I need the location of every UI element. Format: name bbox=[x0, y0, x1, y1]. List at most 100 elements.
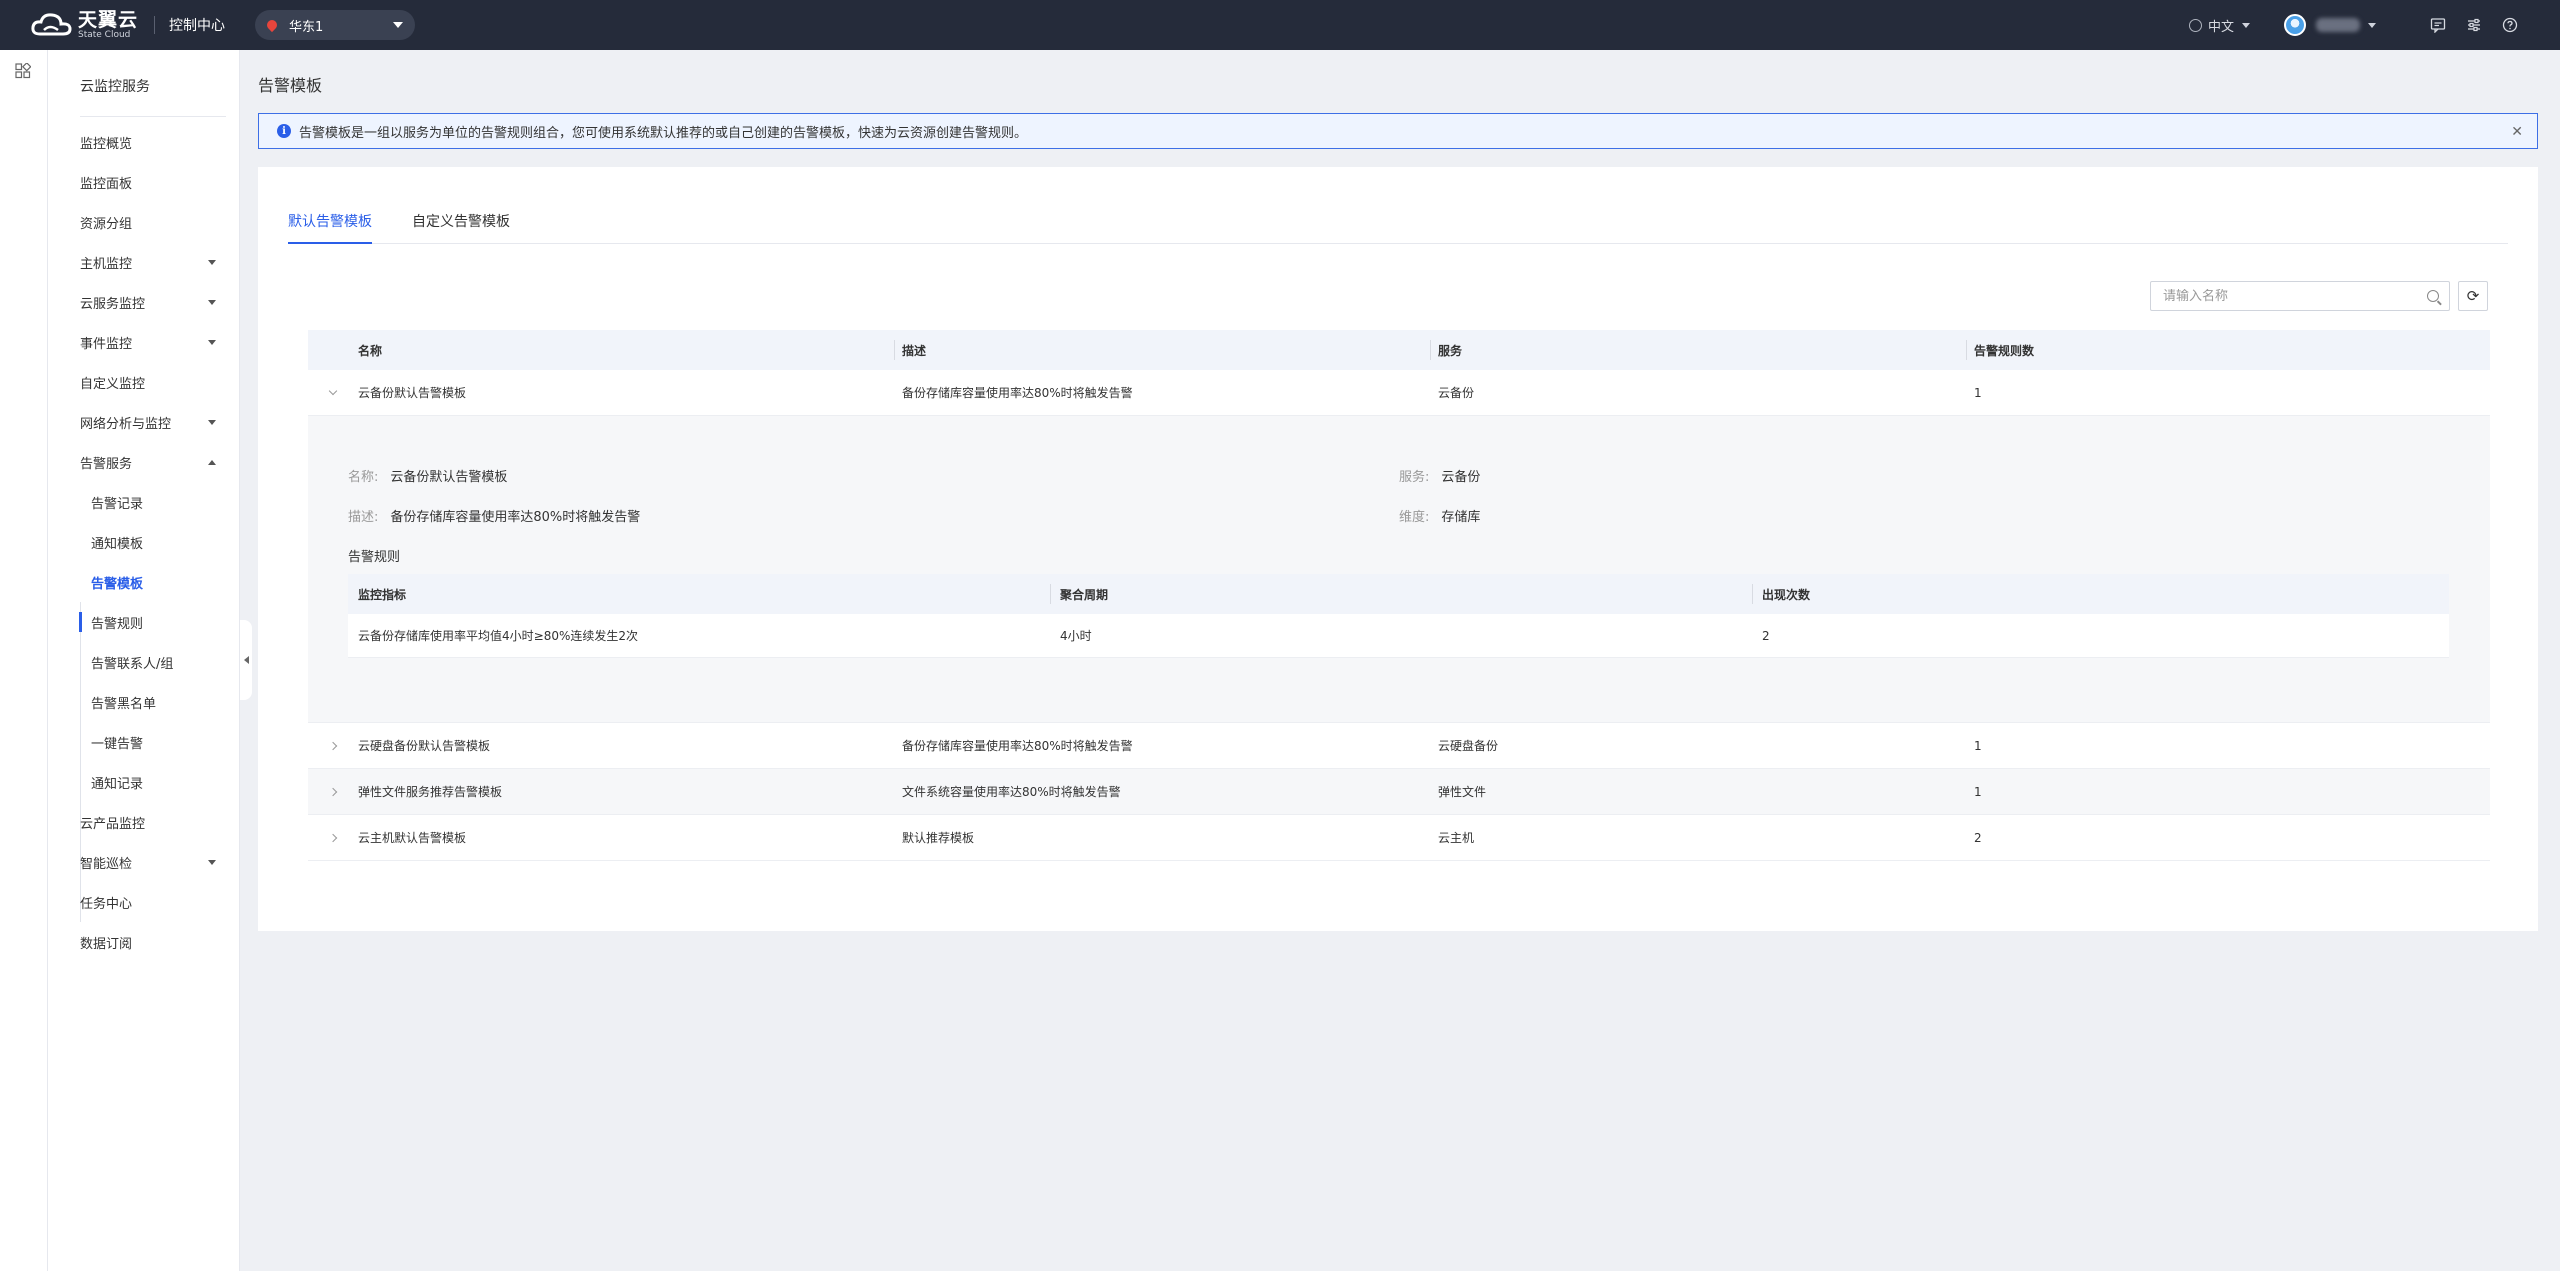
sidebar-item-label: 云服务监控 bbox=[80, 296, 146, 312]
cell-rule-count: 1 bbox=[1974, 784, 1982, 799]
column-header-period: 聚合周期 bbox=[1050, 574, 1752, 614]
sidebar-item-event-monitoring[interactable]: 事件监控 bbox=[48, 322, 240, 362]
detail-service-label: 服务: bbox=[1399, 470, 1430, 485]
sidebar-item-one-click-alarm[interactable]: 一键告警 bbox=[48, 722, 240, 762]
column-header-metric: 监控指标 bbox=[358, 587, 407, 602]
caret-up-icon bbox=[208, 460, 216, 465]
expand-toggle[interactable] bbox=[308, 386, 358, 395]
detail-dimension-value: 存储库 bbox=[1441, 510, 1481, 525]
caret-down-icon bbox=[208, 340, 216, 345]
refresh-button[interactable]: ⟳ bbox=[2458, 281, 2488, 311]
cell-description: 备份存储库容量使用率达80%时将触发告警 bbox=[902, 386, 1133, 400]
detail-name-value: 云备份默认告警模板 bbox=[390, 470, 508, 485]
detail-name-label: 名称: bbox=[348, 470, 379, 485]
cell-description: 文件系统容量使用率达80%时将触发告警 bbox=[902, 785, 1121, 799]
sidebar-item-label: 事件监控 bbox=[80, 336, 133, 352]
sidebar-item-label: 告警联系人/组 bbox=[91, 656, 174, 672]
column-header-name: 名称 bbox=[358, 343, 383, 358]
caret-down-icon bbox=[208, 300, 216, 305]
region-selector[interactable]: 华东1 bbox=[255, 10, 416, 40]
help-icon[interactable] bbox=[2500, 15, 2520, 35]
sidebar-item-overview[interactable]: 监控概览 bbox=[48, 122, 240, 162]
sidebar-item-label: 告警服务 bbox=[80, 456, 133, 472]
templates-table: 名称 描述 服务 告警规则数 云备份默认告警模板 备份存储库容量使用率达80%时… bbox=[308, 330, 2490, 861]
tab-custom-templates[interactable]: 自定义告警模板 bbox=[412, 207, 510, 244]
expand-toggle[interactable] bbox=[308, 787, 358, 796]
cell-description: 备份存储库容量使用率达80%时将触发告警 bbox=[902, 739, 1133, 753]
cloud-logo-icon bbox=[31, 13, 72, 36]
sidebar-item-label: 监控面板 bbox=[80, 176, 133, 192]
sidebar-item-dashboard[interactable]: 监控面板 bbox=[48, 162, 240, 202]
sidebar-item-label: 告警记录 bbox=[91, 496, 144, 512]
search-input[interactable] bbox=[2163, 288, 2413, 304]
sidebar-item-cloud-service-monitoring[interactable]: 云服务监控 bbox=[48, 282, 240, 322]
sidebar-item-label: 告警模板 bbox=[91, 576, 144, 592]
sidebar-item-notification-templates[interactable]: 通知模板 bbox=[48, 522, 240, 562]
cell-service: 云主机 bbox=[1438, 831, 1475, 845]
sidebar-item-alarm-rules[interactable]: 告警规则 bbox=[48, 602, 240, 642]
close-icon[interactable]: ✕ bbox=[2511, 124, 2523, 140]
sidebar-item-alarm-templates[interactable]: 告警模板 bbox=[48, 562, 240, 602]
cell-service: 弹性文件 bbox=[1438, 785, 1487, 799]
row-detail-panel: 名称: 云备份默认告警模板 服务: 云备份 描述: 备份存储库容量使用率达80%时将触… bbox=[308, 416, 2490, 723]
content-card: 默认告警模板 自定义告警模板 ⟳ 名称 描述 服务 告警规则数 云备份默认告警模… bbox=[258, 167, 2538, 931]
globe-icon bbox=[2188, 18, 2202, 32]
chevron-right-icon bbox=[328, 833, 338, 842]
brand-logo[interactable]: 天翼云 State Cloud bbox=[30, 10, 138, 40]
settings-sliders-icon[interactable] bbox=[2464, 15, 2484, 35]
sidebar-item-host-monitoring[interactable]: 主机监控 bbox=[48, 242, 240, 282]
sidebar-item-label: 主机监控 bbox=[80, 256, 133, 272]
console-title[interactable]: 控制中心 bbox=[169, 15, 225, 35]
language-switcher[interactable]: 中文 bbox=[2188, 16, 2250, 35]
table-row[interactable]: 云备份默认告警模板 备份存储库容量使用率达80%时将触发告警 云备份 1 bbox=[308, 370, 2490, 416]
sidebar-item-alarm-contacts[interactable]: 告警联系人/组 bbox=[48, 642, 240, 682]
table-row[interactable]: 云硬盘备份默认告警模板 备份存储库容量使用率达80%时将触发告警 云硬盘备份 1 bbox=[308, 723, 2490, 769]
cell-metric: 云备份存储库使用率平均值4小时≥80%连续发生2次 bbox=[358, 629, 638, 643]
table-row[interactable]: 弹性文件服务推荐告警模板 文件系统容量使用率达80%时将触发告警 弹性文件 1 bbox=[308, 769, 2490, 815]
sidebar-item-resource-groups[interactable]: 资源分组 bbox=[48, 202, 240, 242]
sidebar-item-alarm-blacklist[interactable]: 告警黑名单 bbox=[48, 682, 240, 722]
tab-default-templates[interactable]: 默认告警模板 bbox=[288, 207, 372, 244]
column-header-description: 描述 bbox=[894, 330, 1430, 370]
message-icon[interactable] bbox=[2428, 15, 2448, 35]
table-row[interactable]: 云主机默认告警模板 默认推荐模板 云主机 2 bbox=[308, 815, 2490, 861]
chevron-down-icon bbox=[393, 22, 404, 28]
sidebar-item-label: 智能巡检 bbox=[80, 856, 133, 872]
sidebar-item-alarm-service[interactable]: 告警服务 bbox=[48, 442, 240, 482]
cell-rule-count: 1 bbox=[1974, 385, 1982, 400]
blurred-username bbox=[2316, 18, 2360, 32]
template-tabs: 默认告警模板 自定义告警模板 bbox=[288, 207, 2508, 244]
sidebar-item-notification-records[interactable]: 通知记录 bbox=[48, 762, 240, 802]
sidebar-item-label: 通知模板 bbox=[91, 536, 144, 552]
detail-description: 描述: 备份存储库容量使用率达80%时将触发告警 bbox=[348, 506, 640, 525]
sidebar-item-data-subscription[interactable]: 数据订阅 bbox=[48, 922, 240, 962]
region-label: 华东1 bbox=[289, 19, 324, 35]
info-notice: i 告警模板是一组以服务为单位的告警规则组合，您可使用系统默认推荐的或自己创建的… bbox=[258, 113, 2538, 149]
location-pin-icon bbox=[264, 17, 280, 33]
sidebar-item-cloud-product-monitoring[interactable]: 云产品监控 bbox=[48, 802, 240, 842]
sidebar-collapse-handle[interactable] bbox=[240, 620, 252, 700]
chevron-right-icon bbox=[328, 787, 338, 796]
sidebar-item-alarm-records[interactable]: 告警记录 bbox=[48, 482, 240, 522]
sidebar-item-task-center[interactable]: 任务中心 bbox=[48, 882, 240, 922]
grid-apps-icon[interactable] bbox=[15, 63, 31, 79]
sidebar-item-network-analysis[interactable]: 网络分析与监控 bbox=[48, 402, 240, 442]
table-header: 名称 描述 服务 告警规则数 bbox=[308, 330, 2490, 370]
expand-toggle[interactable] bbox=[308, 741, 358, 750]
info-icon: i bbox=[277, 124, 291, 138]
expand-toggle[interactable] bbox=[308, 833, 358, 842]
sidebar-item-smart-inspection[interactable]: 智能巡检 bbox=[48, 842, 240, 882]
chevron-down-icon bbox=[2242, 22, 2250, 28]
caret-down-icon bbox=[208, 860, 216, 865]
user-menu[interactable] bbox=[2284, 14, 2376, 36]
search-icon[interactable] bbox=[2427, 290, 2439, 302]
sidebar-item-label: 自定义监控 bbox=[80, 376, 146, 392]
detail-name: 名称: 云备份默认告警模板 bbox=[348, 466, 507, 485]
caret-down-icon bbox=[208, 420, 216, 425]
sidebar-item-label: 一键告警 bbox=[91, 736, 144, 752]
rules-table: 监控指标 聚合周期 出现次数 云备份存储库使用率平均值4小时≥80%连续发生2次… bbox=[348, 574, 2449, 658]
product-strip bbox=[0, 50, 48, 1271]
sidebar-item-custom-monitoring[interactable]: 自定义监控 bbox=[48, 362, 240, 402]
page-title: 告警模板 bbox=[258, 76, 323, 95]
sidebar-divider bbox=[80, 116, 226, 117]
